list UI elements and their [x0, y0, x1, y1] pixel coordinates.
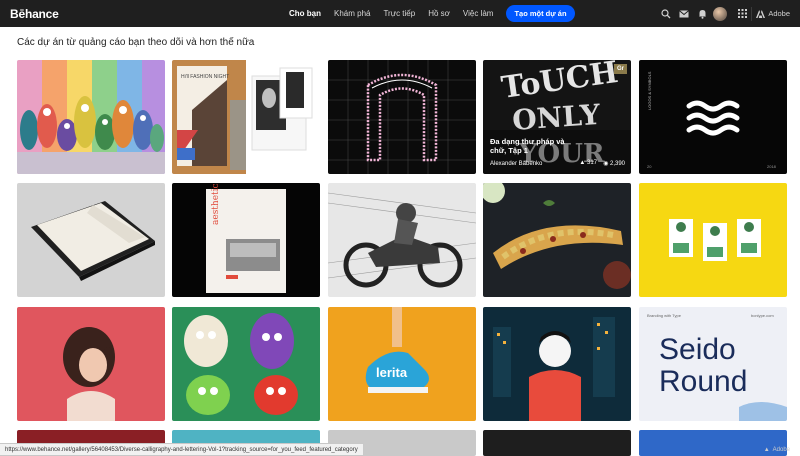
project-card[interactable]: [483, 430, 631, 456]
project-card[interactable]: [172, 307, 320, 421]
seido-site-label: bonlype.com: [751, 313, 774, 318]
logos-right-label: 2018: [767, 164, 777, 169]
lerita-label: lerita: [376, 365, 408, 380]
project-stats: ▲ 317 ◉ 2,390: [579, 160, 625, 167]
appreciations: ▲ 317: [579, 160, 597, 167]
project-card[interactable]: [17, 307, 165, 421]
project-card[interactable]: Hi'll FASHION NIGHT: [172, 60, 320, 174]
logos-left-label: 20: [647, 164, 652, 169]
behance-logo[interactable]: Bēhance: [10, 7, 59, 21]
avatar[interactable]: [713, 6, 728, 21]
search-icon[interactable]: [657, 0, 675, 27]
nav-jobs[interactable]: Việc làm: [463, 9, 494, 18]
feed-heading: Các dự án từ quảng cáo bạn theo dõi và h…: [17, 37, 255, 48]
top-navigation-bar: Bēhance Cho bạn Khám phá Trực tiếp Hồ sơ…: [0, 0, 800, 27]
seido-line2: Round: [659, 365, 747, 398]
project-card-featured[interactable]: ToUCH ONLY YOUR Gr Đa dạng thư pháp và c…: [483, 60, 631, 174]
apps-grid-icon[interactable]: [733, 0, 751, 27]
create-project-button[interactable]: Tạo một dự án: [506, 5, 575, 22]
mail-icon[interactable]: [675, 0, 693, 27]
bell-icon[interactable]: [693, 0, 711, 27]
eye-icon: ◉: [603, 161, 609, 167]
project-card[interactable]: [17, 183, 165, 297]
footer-adobe[interactable]: ▲ Adobe: [764, 447, 790, 453]
project-author[interactable]: Alexander Babenko: [490, 161, 542, 167]
main-nav: Cho bạn Khám phá Trực tiếp Hồ sơ Việc là…: [289, 0, 575, 27]
project-card[interactable]: [639, 183, 787, 297]
status-bar-url: https://www.behance.net/gallery/56408453…: [0, 443, 364, 456]
project-card[interactable]: [328, 183, 476, 297]
project-card[interactable]: LOGOS & SYMBOLS 20 2018: [639, 60, 787, 174]
adobe-icon: ▲: [763, 447, 770, 453]
project-card[interactable]: aesthetic mag.: [172, 183, 320, 297]
nav-profile[interactable]: Hồ sơ: [428, 9, 450, 18]
project-card[interactable]: [483, 307, 631, 421]
project-card[interactable]: Branding with Type bonlype.com Seido Rou…: [639, 307, 787, 421]
adobe-label: Adobe: [768, 9, 790, 18]
seido-line1: Seido: [659, 333, 736, 366]
views: ◉ 2,390: [603, 160, 625, 167]
likes-count: 317: [587, 160, 598, 166]
nav-for-you[interactable]: Cho bạn: [289, 9, 321, 18]
project-card[interactable]: [17, 60, 165, 174]
footer-adobe-label: Adobe: [772, 447, 790, 453]
gr-badge: Gr: [613, 64, 627, 74]
thumbs-up-icon: ▲: [579, 160, 586, 166]
adobe-icon: [756, 9, 766, 18]
project-card[interactable]: [483, 183, 631, 297]
fashion-tile-label: Hi'll FASHION NIGHT: [181, 74, 229, 80]
project-card[interactable]: [328, 60, 476, 174]
branding-type-label: Branding with Type: [647, 313, 682, 318]
logos-side-label: LOGOS & SYMBOLS: [647, 71, 652, 110]
project-card[interactable]: lerita: [328, 307, 476, 421]
header-tools: Adobe: [657, 0, 800, 27]
project-title[interactable]: Đa dạng thư pháp và chữ, Tập 1: [490, 137, 580, 155]
adobe-link[interactable]: Adobe: [751, 6, 800, 21]
views-count: 2,390: [609, 161, 625, 167]
nav-live[interactable]: Trực tiếp: [383, 9, 415, 18]
nav-discover[interactable]: Khám phá: [334, 9, 370, 18]
aesthetic-label: aesthetic mag.: [211, 183, 221, 225]
